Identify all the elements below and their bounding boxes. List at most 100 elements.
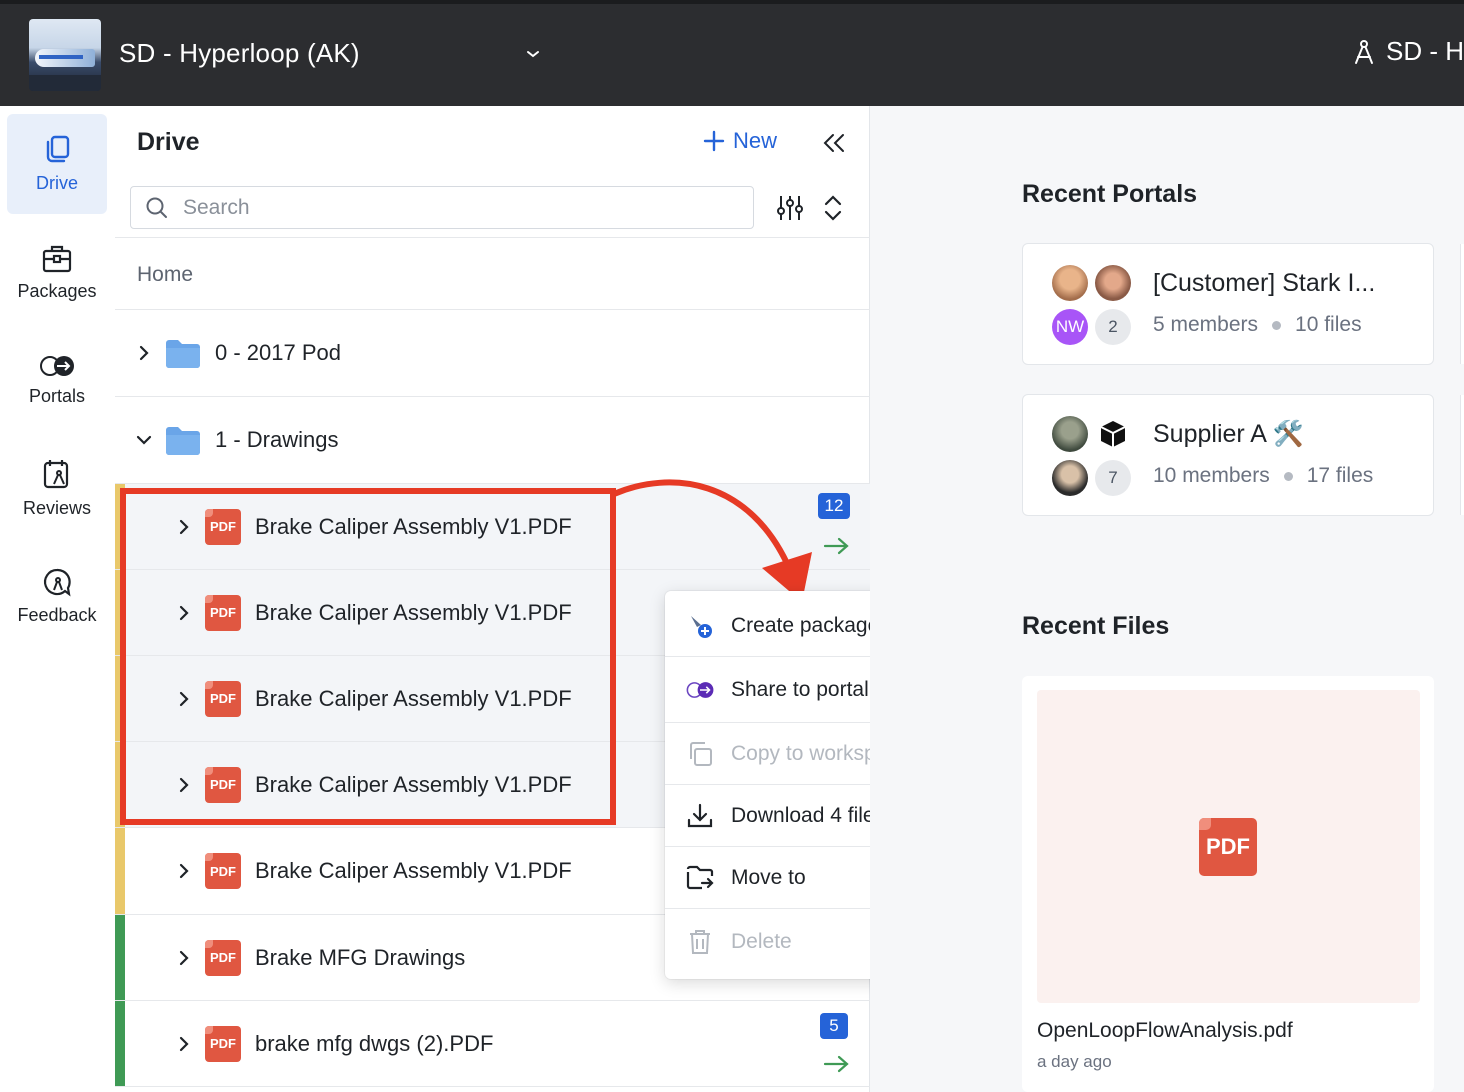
- portal-files: 10 files: [1295, 313, 1362, 336]
- avatar-initials: NW: [1052, 309, 1088, 345]
- chevron-right-icon[interactable]: [175, 690, 193, 708]
- menu-label: Download 4 files: [731, 803, 886, 827]
- recent-file-card[interactable]: PDF OpenLoopFlowAnalysis.pdf a day ago: [1022, 676, 1434, 1092]
- file-name: brake mfg dwgs (2).PDF: [255, 1030, 494, 1056]
- nav-reviews[interactable]: Reviews: [7, 438, 107, 538]
- chevron-right-icon[interactable]: [175, 518, 193, 536]
- packages-icon: [42, 245, 72, 272]
- download-icon: [685, 801, 715, 831]
- collapse-panel-icon[interactable]: [821, 130, 847, 156]
- recent-files-title: Recent Files: [1022, 612, 1170, 640]
- folder-icon: [166, 340, 200, 368]
- filter-sliders-icon[interactable]: [775, 194, 805, 222]
- pdf-icon: PDF: [205, 594, 241, 631]
- home-dashboard: Recent Portals NW 2 [Customer] Stark I..…: [870, 106, 1464, 1092]
- portal-card[interactable]: 7 Supplier A 🛠️ 10 members 17 files: [1022, 394, 1434, 516]
- comment-count-badge[interactable]: 12: [818, 493, 850, 519]
- file-row[interactable]: PDF Brake Caliper Assembly V1.PDF 12: [115, 484, 870, 570]
- pdf-icon: PDF: [205, 508, 241, 545]
- next-portal-card-edge: [1460, 244, 1464, 364]
- reviews-icon: [43, 459, 69, 488]
- nav-label: Portals: [28, 385, 86, 406]
- nav-portals[interactable]: Portals: [7, 330, 107, 430]
- portal-meta: 10 members 17 files: [1153, 464, 1373, 488]
- chevron-right-icon[interactable]: [175, 1035, 193, 1053]
- chevron-down-icon[interactable]: [521, 42, 545, 66]
- arrow-right-icon[interactable]: [823, 535, 851, 557]
- nav-feedback[interactable]: Feedback: [7, 546, 107, 646]
- portal-members: 10 members: [1153, 464, 1270, 487]
- chevron-right-icon[interactable]: [175, 862, 193, 880]
- move-folder-icon: [685, 863, 715, 893]
- pdf-icon: PDF: [1199, 818, 1257, 876]
- chevron-right-icon[interactable]: [135, 344, 153, 362]
- separator-dot: [1272, 320, 1282, 330]
- search-icon: [146, 197, 167, 218]
- arrow-right-icon[interactable]: [823, 1053, 851, 1075]
- pdf-icon: PDF: [205, 680, 241, 717]
- create-package-icon: [685, 611, 715, 641]
- nav-drive[interactable]: Drive: [7, 114, 107, 214]
- chevron-right-icon[interactable]: [175, 776, 193, 794]
- next-portal-card-edge: [1460, 395, 1464, 515]
- status-bar: [115, 742, 125, 827]
- file-name: Brake Caliper Assembly V1.PDF: [255, 513, 572, 539]
- new-button-label: New: [733, 128, 778, 153]
- file-name: Brake Caliper Assembly V1.PDF: [255, 685, 572, 711]
- recent-file-time: a day ago: [1037, 1052, 1112, 1071]
- share-portal-icon: [685, 675, 715, 705]
- plus-icon: [703, 130, 725, 152]
- nav-label: Feedback: [17, 604, 97, 625]
- portal-card[interactable]: NW 2 [Customer] Stark I... 5 members 10 …: [1022, 243, 1434, 365]
- avatar: [1095, 265, 1131, 301]
- file-name: Brake Caliper Assembly V1.PDF: [255, 599, 572, 625]
- portal-files: 17 files: [1306, 464, 1374, 487]
- new-button[interactable]: New: [703, 128, 777, 154]
- status-bar: [115, 1001, 125, 1086]
- folder-row[interactable]: 1 - Drawings: [115, 397, 870, 484]
- workspace-name[interactable]: SD - Hyperloop (AK): [119, 38, 360, 69]
- file-name: Brake Caliper Assembly V1.PDF: [255, 858, 572, 883]
- chevron-right-icon[interactable]: [175, 949, 193, 967]
- pdf-icon: PDF: [205, 853, 241, 889]
- drive-icon: [46, 135, 70, 162]
- comment-count-badge[interactable]: 5: [820, 1013, 848, 1039]
- portal-meta: 5 members 10 files: [1153, 313, 1362, 337]
- nav-packages[interactable]: Packages: [7, 222, 107, 322]
- status-bar: [115, 570, 125, 655]
- compass-icon: [1355, 39, 1373, 64]
- menu-label: Move to: [731, 865, 806, 889]
- menu-label: Share to portal: [731, 677, 869, 701]
- avatar: [1052, 460, 1088, 496]
- extra-members-count: 7: [1095, 460, 1131, 496]
- recent-file-name: OpenLoopFlowAnalysis.pdf: [1037, 1019, 1293, 1042]
- menu-label: Delete: [731, 930, 792, 953]
- search-input[interactable]: [183, 195, 723, 220]
- portal-members: 5 members: [1153, 313, 1259, 336]
- portal-name: [Customer] Stark I...: [1153, 269, 1376, 297]
- search-box[interactable]: [130, 186, 754, 229]
- sort-icon[interactable]: [821, 194, 845, 222]
- copy-icon: [685, 739, 715, 769]
- chevron-right-icon[interactable]: [175, 604, 193, 622]
- folder-row[interactable]: 0 - 2017 Pod: [115, 310, 870, 397]
- workspace-short-name: SD - H: [1386, 36, 1464, 66]
- workspace-thumbnail[interactable]: [29, 19, 101, 91]
- file-name: Brake MFG Drawings: [255, 944, 466, 970]
- breadcrumb: Home: [115, 237, 870, 310]
- recent-portals-title: Recent Portals: [1022, 180, 1198, 208]
- workspace-switcher[interactable]: SD - H: [1352, 36, 1464, 67]
- file-row[interactable]: PDF brake mfg dwgs (2).PDF 5: [115, 1001, 870, 1087]
- chevron-down-icon[interactable]: [135, 431, 153, 449]
- top-bar: SD - Hyperloop (AK) SD - H: [0, 0, 1464, 106]
- avatar: [1052, 265, 1088, 301]
- portals-icon: [40, 355, 74, 376]
- trash-icon: [685, 927, 715, 957]
- status-bar: [115, 656, 125, 741]
- avatar: [1052, 416, 1088, 452]
- folder-name: 0 - 2017 Pod: [215, 340, 341, 365]
- menu-label: Create package: [731, 613, 880, 637]
- folder-icon: [166, 427, 200, 455]
- breadcrumb-home[interactable]: Home: [137, 263, 193, 287]
- cube-logo-icon: [1095, 416, 1131, 452]
